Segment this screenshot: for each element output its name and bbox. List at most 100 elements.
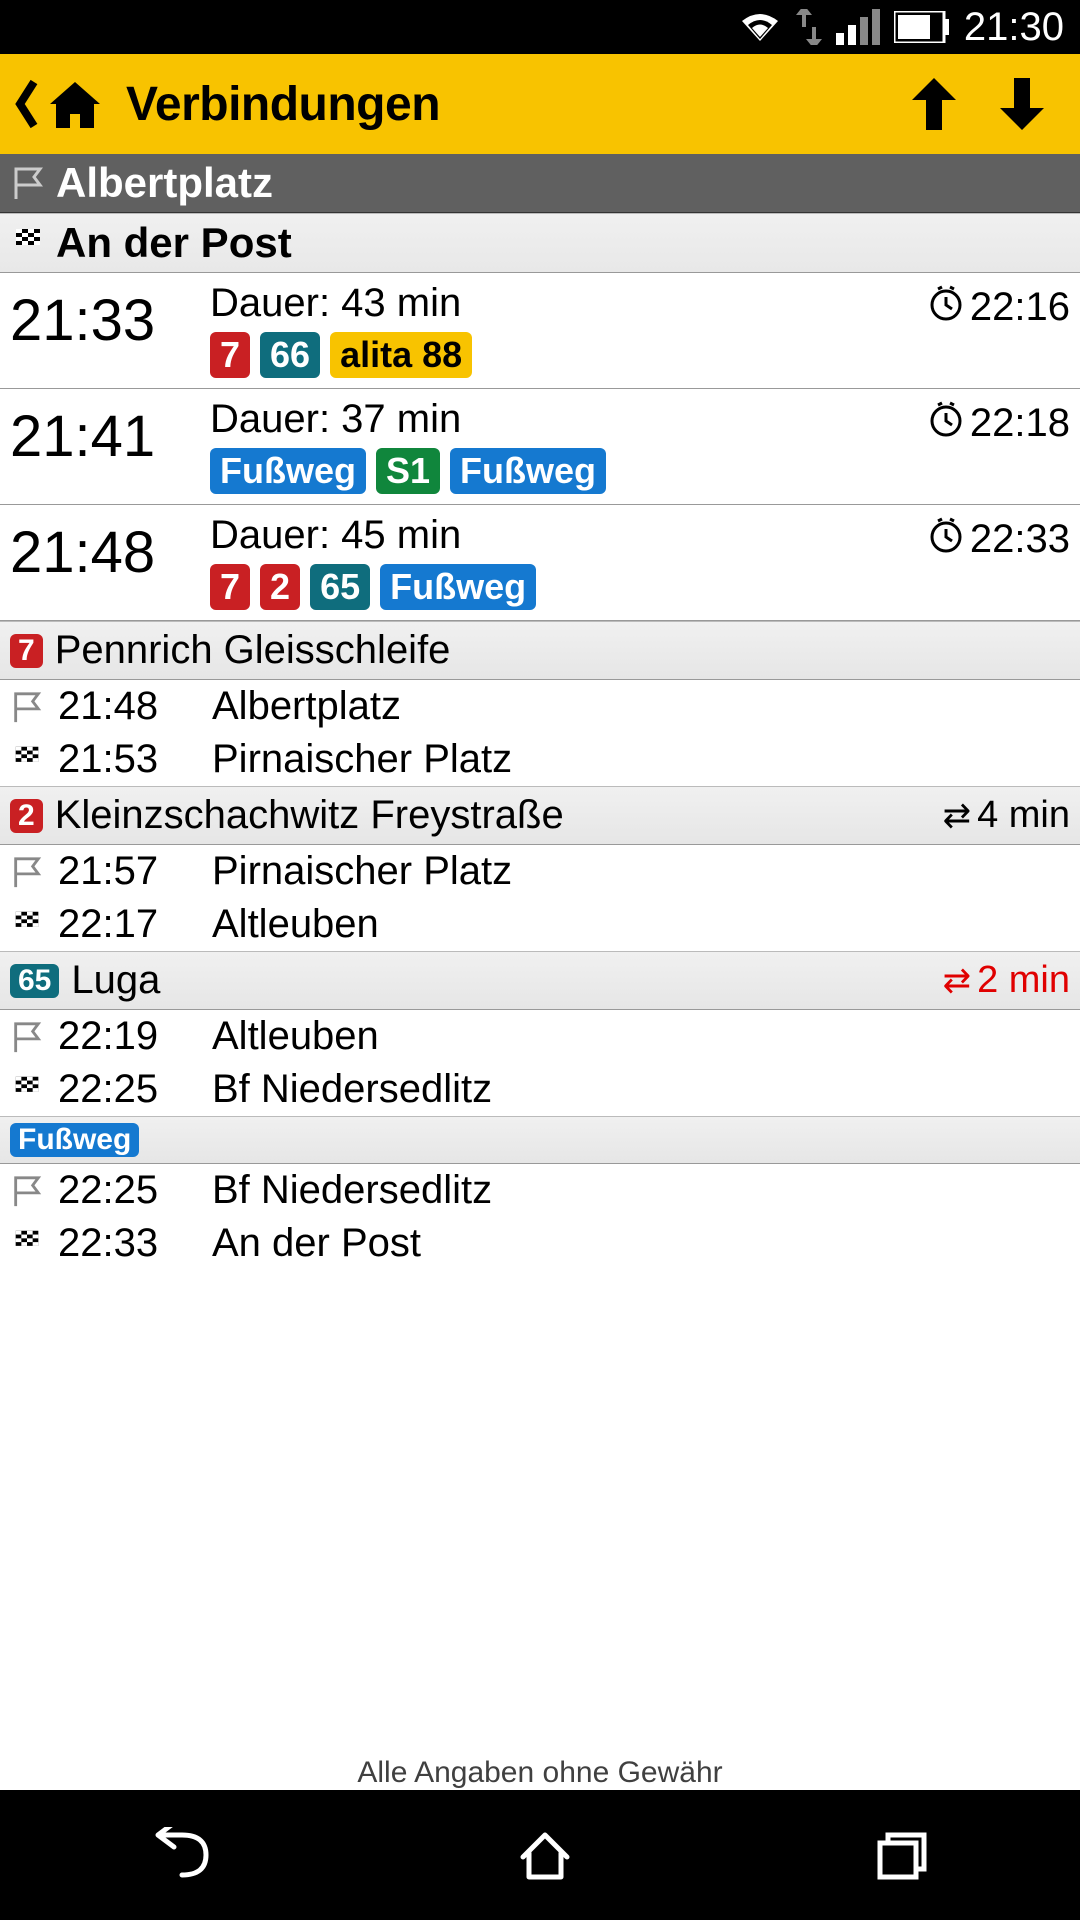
- destination-row[interactable]: An der Post: [0, 213, 1080, 273]
- leg-stop-name: Bf Niedersedlitz: [212, 1168, 492, 1213]
- status-time: 21:30: [964, 5, 1064, 50]
- leg-destination: Kleinzschachwitz Freystraße: [55, 793, 564, 838]
- leg-stop-row[interactable]: 22:25 Bf Niedersedlitz: [0, 1063, 1080, 1116]
- leg-stop-row[interactable]: 22:17 Altleuben: [0, 898, 1080, 951]
- leg-stop-row[interactable]: 22:33 An der Post: [0, 1217, 1080, 1270]
- arrival-time: 22:16: [928, 281, 1070, 378]
- leg-header[interactable]: 7 Pennrich Gleisschleife: [0, 621, 1080, 680]
- leg-stop-row[interactable]: 21:57 Pirnaischer Platz: [0, 845, 1080, 898]
- transfer-icon: ⇄: [943, 796, 972, 836]
- flag-start-icon: [10, 1174, 44, 1208]
- home-icon[interactable]: [46, 78, 104, 130]
- nav-recent-button[interactable]: [872, 1827, 932, 1883]
- leg-time: 21:48: [58, 684, 198, 729]
- departure-time: 21:41: [10, 397, 210, 494]
- app-bar: Verbindungen: [0, 54, 1080, 154]
- line-badge: Fußweg: [10, 1123, 139, 1157]
- nav-back-icon: [148, 1827, 218, 1883]
- transfer-time: ⇄2 min: [943, 959, 1070, 1002]
- leg-time: 21:57: [58, 849, 198, 894]
- arrow-up-icon: [910, 76, 958, 132]
- android-nav-bar: [0, 1790, 1080, 1920]
- line-badge: 2: [260, 564, 300, 610]
- leg-stop-name: Pirnaischer Platz: [212, 737, 512, 782]
- line-badge: Fußweg: [380, 564, 536, 610]
- line-badge: 7: [210, 332, 250, 378]
- line-badge: 2: [10, 799, 43, 833]
- data-sync-icon: [796, 9, 822, 45]
- leg-stop-name: Bf Niedersedlitz: [212, 1067, 492, 1112]
- later-button[interactable]: [978, 76, 1066, 132]
- back-icon[interactable]: [14, 78, 38, 130]
- line-badges: 7265Fußweg: [210, 564, 928, 610]
- leg-header[interactable]: Fußweg: [0, 1116, 1080, 1164]
- clock-icon: [928, 517, 964, 553]
- leg-stop-name: Albertplatz: [212, 684, 401, 729]
- leg-stop-name: Pirnaischer Platz: [212, 849, 512, 894]
- flag-finish-icon: [10, 225, 46, 261]
- leg-stop-name: Altleuben: [212, 902, 379, 947]
- leg-stop-row[interactable]: 21:53 Pirnaischer Platz: [0, 733, 1080, 786]
- nav-home-icon: [515, 1827, 575, 1883]
- departure-time: 21:33: [10, 281, 210, 378]
- line-badge: alita 88: [330, 332, 472, 378]
- duration-text: Dauer: 37 min: [210, 397, 928, 442]
- nav-back-button[interactable]: [148, 1827, 218, 1883]
- leg-destination: Luga: [71, 958, 160, 1003]
- app-bar-title: Verbindungen: [126, 77, 440, 132]
- leg-stop-row[interactable]: 22:19 Altleuben: [0, 1010, 1080, 1063]
- clock-icon: [928, 285, 964, 321]
- line-badge: S1: [376, 448, 440, 494]
- signal-icon: [836, 9, 880, 45]
- leg-header[interactable]: 2 Kleinzschachwitz Freystraße ⇄4 min: [0, 786, 1080, 845]
- android-status-bar: 21:30: [0, 0, 1080, 54]
- connection-row[interactable]: 21:41 Dauer: 37 min FußwegS1Fußweg 22:18: [0, 389, 1080, 505]
- leg-stop-row[interactable]: 21:48 Albertplatz: [0, 680, 1080, 733]
- leg-stop-row[interactable]: 22:25 Bf Niedersedlitz: [0, 1164, 1080, 1217]
- earlier-button[interactable]: [890, 76, 978, 132]
- flag-start-icon: [10, 855, 44, 889]
- flag-finish-icon: [10, 1227, 44, 1261]
- wifi-icon: [738, 9, 782, 45]
- line-badges: 766alita 88: [210, 332, 928, 378]
- duration-text: Dauer: 45 min: [210, 513, 928, 558]
- connection-row[interactable]: 21:48 Dauer: 45 min 7265Fußweg 22:33: [0, 505, 1080, 621]
- flag-finish-icon: [10, 743, 44, 777]
- battery-icon: [894, 11, 950, 43]
- leg-time: 22:17: [58, 902, 198, 947]
- line-badge: 66: [260, 332, 320, 378]
- leg-time: 21:53: [58, 737, 198, 782]
- leg-time: 22:33: [58, 1221, 198, 1266]
- flag-finish-icon: [10, 1073, 44, 1107]
- connection-row[interactable]: 21:33 Dauer: 43 min 766alita 88 22:16: [0, 273, 1080, 389]
- clock-icon: [928, 401, 964, 437]
- leg-time: 22:25: [58, 1067, 198, 1112]
- arrival-time: 22:18: [928, 397, 1070, 494]
- line-badge: Fußweg: [210, 448, 366, 494]
- leg-stop-name: An der Post: [212, 1221, 421, 1266]
- flag-finish-icon: [10, 908, 44, 942]
- origin-text: Albertplatz: [56, 159, 273, 207]
- leg-time: 22:25: [58, 1168, 198, 1213]
- origin-row[interactable]: Albertplatz: [0, 154, 1080, 213]
- leg-header[interactable]: 65 Luga ⇄2 min: [0, 951, 1080, 1010]
- line-badges: FußwegS1Fußweg: [210, 448, 928, 494]
- leg-stop-name: Altleuben: [212, 1014, 379, 1059]
- legs-list: 7 Pennrich Gleisschleife 21:48 Albertpla…: [0, 621, 1080, 1270]
- transfer-time: ⇄4 min: [943, 794, 1070, 837]
- nav-recent-icon: [872, 1827, 932, 1883]
- leg-time: 22:19: [58, 1014, 198, 1059]
- departure-time: 21:48: [10, 513, 210, 610]
- flag-start-icon: [10, 165, 46, 201]
- duration-text: Dauer: 43 min: [210, 281, 928, 326]
- line-badge: 65: [10, 964, 59, 998]
- nav-home-button[interactable]: [515, 1827, 575, 1883]
- flag-start-icon: [10, 1020, 44, 1054]
- destination-text: An der Post: [56, 219, 292, 267]
- status-icons: [738, 9, 950, 45]
- connections-list: 21:33 Dauer: 43 min 766alita 88 22:16 21…: [0, 273, 1080, 621]
- flag-start-icon: [10, 690, 44, 724]
- line-badge: 65: [310, 564, 370, 610]
- line-badge: 7: [210, 564, 250, 610]
- transfer-icon: ⇄: [943, 961, 972, 1001]
